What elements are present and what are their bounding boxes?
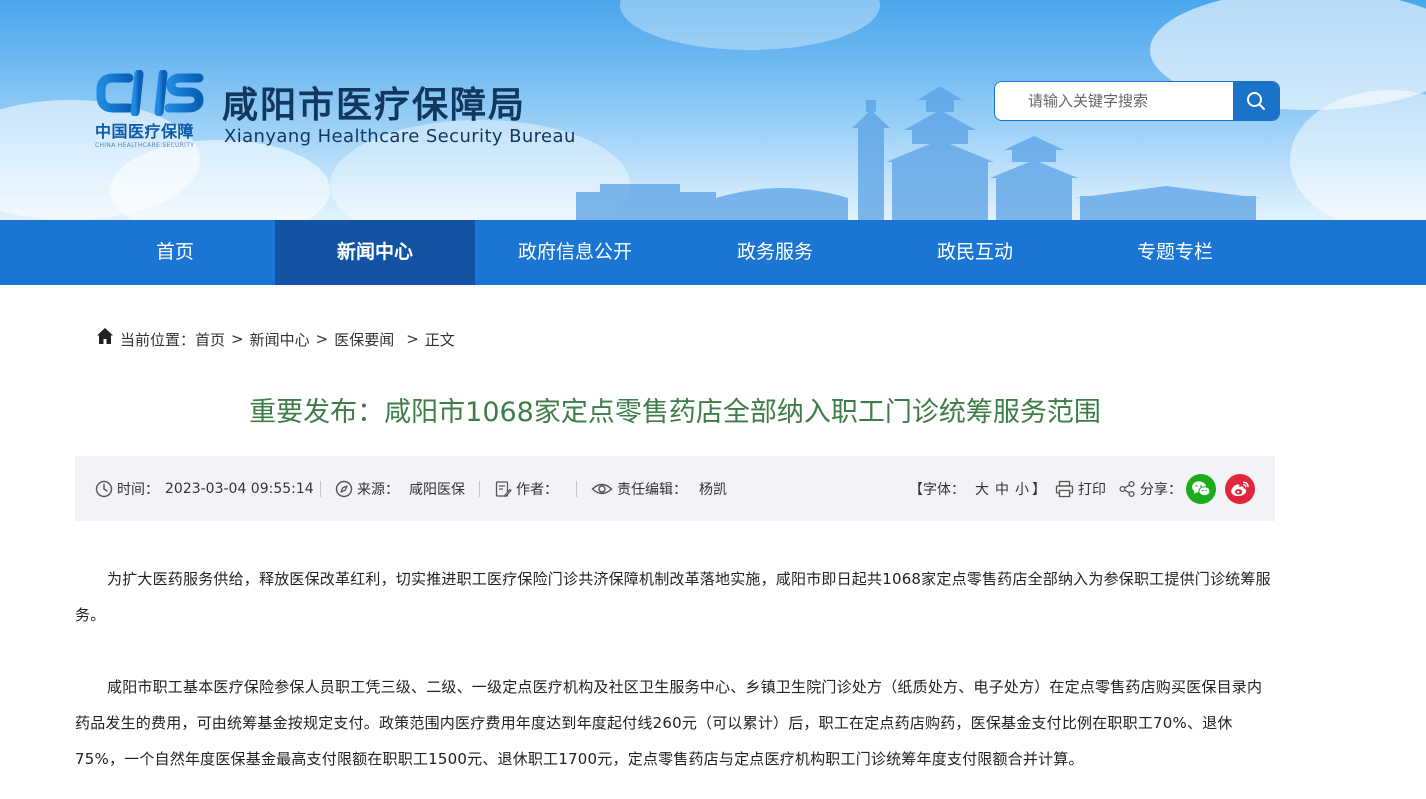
meta-author: 作者： — [494, 456, 570, 521]
font-size-medium-button[interactable]: 中 — [995, 479, 1009, 499]
meta-editor: 责任编辑： 杨凯 — [591, 456, 727, 521]
breadcrumb-news-center[interactable]: 新闻中心 — [250, 329, 310, 350]
article-meta-bar: 时间： 2023-03-04 09:55:14 来源： 咸阳医保 作者： 责任编… — [75, 456, 1275, 521]
meta-source-label: 来源： — [357, 481, 399, 498]
nav-item-news-center[interactable]: 新闻中心 — [275, 220, 475, 285]
meta-source-value: 咸阳医保 — [409, 481, 465, 498]
meta-divider — [479, 481, 480, 497]
article-paragraph: 为扩大医药服务供给，释放医保改革红利，切实推进职工医疗保险门诊共济保障机制改革落… — [75, 570, 1271, 624]
breadcrumb: 当前位置： 首页 > 新闻中心 > 医保要闻 > 正文 — [96, 327, 455, 351]
print-button[interactable]: 打印 — [1055, 456, 1106, 521]
meta-time-value: 2023-03-04 09:55:14 — [165, 480, 314, 497]
weibo-icon — [1231, 481, 1249, 496]
share-icon — [1119, 480, 1135, 497]
meta-divider — [576, 481, 577, 497]
font-size-bracket: 】 — [1032, 481, 1046, 498]
printer-icon — [1055, 480, 1074, 497]
meta-time: 时间： 2023-03-04 09:55:14 — [95, 456, 314, 521]
search-input[interactable] — [995, 82, 1235, 120]
site-title: 咸阳市医疗保障局 — [222, 85, 527, 126]
main-nav: 首页 新闻中心 政府信息公开 政务服务 政民互动 专题专栏 — [0, 220, 1426, 285]
breadcrumb-label: 当前位置： — [120, 330, 196, 349]
search-icon — [1247, 92, 1265, 110]
meta-divider — [320, 481, 321, 497]
breadcrumb-home[interactable]: 首页 — [195, 329, 225, 350]
nav-item-home[interactable]: 首页 — [75, 220, 275, 285]
nav-item-gov-info[interactable]: 政府信息公开 — [475, 220, 675, 285]
site-logo[interactable]: 中国医疗保障 CHINA HEALTHCARE SECURITY — [95, 70, 205, 152]
share-section: 分享： — [1118, 456, 1182, 521]
font-size-small-button[interactable]: 小 — [1015, 479, 1029, 499]
search-button[interactable] — [1233, 82, 1279, 120]
share-label: 分享： — [1140, 481, 1182, 498]
breadcrumb-separator: > — [406, 330, 419, 348]
eye-icon — [591, 483, 613, 494]
logo-en-text: CHINA HEALTHCARE SECURITY — [95, 142, 195, 149]
font-size-large-button[interactable]: 大 — [975, 479, 989, 499]
breadcrumb-separator: > — [231, 330, 244, 348]
share-weibo-button[interactable] — [1225, 474, 1255, 504]
meta-author-label: 作者： — [516, 481, 558, 498]
wechat-icon — [1192, 481, 1211, 497]
breadcrumb-medical-news[interactable]: 医保要闻 — [334, 329, 394, 350]
site-subtitle: Xianyang Healthcare Security Bureau — [224, 126, 576, 147]
font-size-control: 【字体： 大 中 小 】 — [909, 456, 1046, 521]
nav-item-interaction[interactable]: 政民互动 — [875, 220, 1075, 285]
clock-icon — [95, 480, 113, 497]
breadcrumb-separator: > — [315, 330, 329, 348]
header-banner: 中国医疗保障 CHINA HEALTHCARE SECURITY 咸阳市医疗保障… — [0, 0, 1426, 220]
meta-editor-value: 杨凯 — [699, 481, 727, 498]
breadcrumb-current: 正文 — [424, 330, 455, 349]
home-icon — [97, 328, 113, 344]
nav-item-special-topics[interactable]: 专题专栏 — [1075, 220, 1275, 285]
meta-time-label: 时间： — [117, 481, 159, 498]
meta-editor-label: 责任编辑： — [617, 481, 687, 498]
compass-icon — [335, 480, 353, 497]
logo-cn-text: 中国医疗保障 — [95, 122, 195, 141]
article-paragraph: 咸阳市职工基本医疗保险参保人员职工凭三级、二级、一级定点医疗机构及社区卫生服务中… — [75, 678, 1263, 768]
meta-source: 来源： 咸阳医保 — [335, 456, 465, 521]
article-title: 重要发布：咸阳市1068家定点零售药店全部纳入职工门诊统筹服务范围 — [249, 397, 1101, 428]
chs-logo-icon — [96, 70, 204, 116]
print-label: 打印 — [1078, 481, 1106, 498]
share-wechat-button[interactable] — [1186, 474, 1216, 504]
search-box — [994, 81, 1280, 121]
nav-item-gov-services[interactable]: 政务服务 — [675, 220, 875, 285]
font-size-label: 【字体： — [909, 481, 965, 498]
edit-icon — [495, 480, 512, 497]
